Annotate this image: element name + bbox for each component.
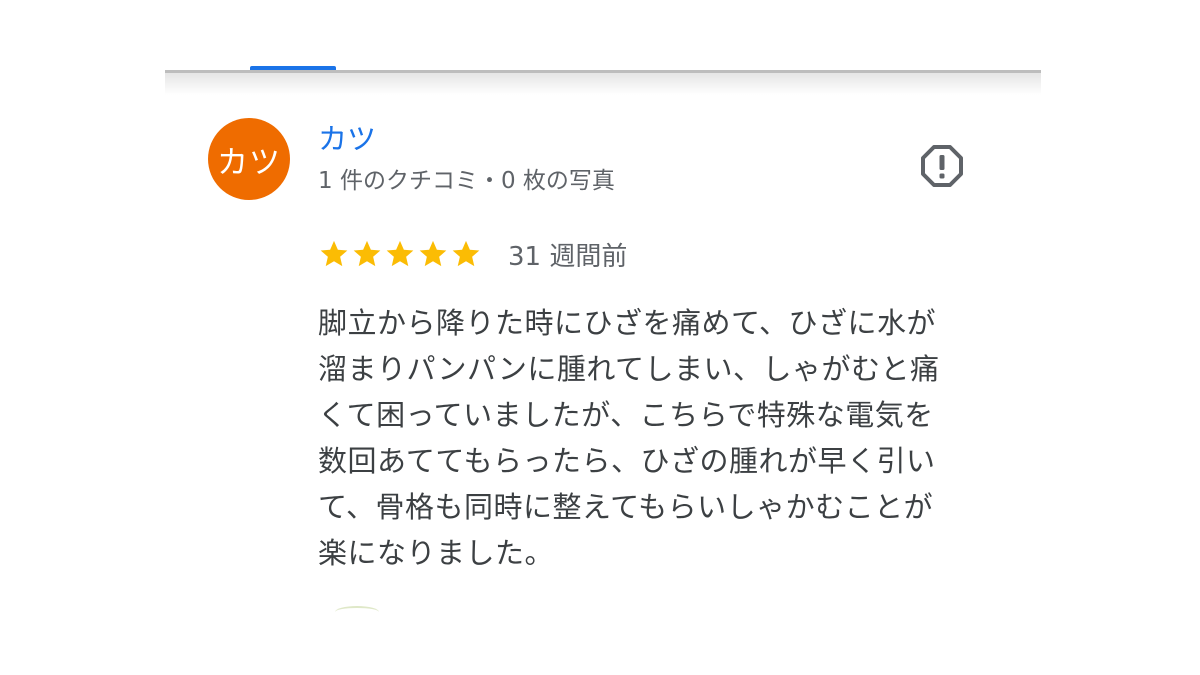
avatar[interactable]: カツ xyxy=(208,118,290,200)
review-text-line: 溜まりパンパンに腫れてしまい、しゃがむと痛 xyxy=(318,352,940,386)
review-text-line: 脚立から降りた時にひざを痛めて、ひざに水が xyxy=(318,306,937,340)
review-time: 31 週間前 xyxy=(508,241,628,272)
tab-shadow xyxy=(165,73,1041,95)
avatar-initials: カツ xyxy=(217,144,281,181)
report-flag-icon xyxy=(921,145,963,187)
next-review-avatar xyxy=(335,606,379,618)
review-text: 脚立から降りた時にひざを痛めて、ひざに水が 溜まりパンパンに腫れてしまい、しゃがむ… xyxy=(318,300,993,576)
review-text-line: 楽になりました。 xyxy=(318,536,555,570)
author-name[interactable]: カツ xyxy=(318,121,376,157)
star-icon xyxy=(320,240,348,267)
star-icon xyxy=(419,240,447,267)
author-meta: 1 件のクチコミ・0 枚の写真 xyxy=(318,168,615,194)
star-icon xyxy=(452,240,480,267)
star-icon xyxy=(353,240,381,267)
report-review-button[interactable] xyxy=(918,142,966,190)
review-text-line: て、骨格も同時に整えてもらいしゃかむことが xyxy=(318,490,934,524)
reviews-page: カツ カツ 1 件のクチコミ・0 枚の写真 31 週間前 脚立から降りた時にひざ… xyxy=(0,0,1200,675)
star-rating xyxy=(318,238,482,270)
tab-bar xyxy=(165,0,1041,95)
rating-row: 31 週間前 xyxy=(318,236,627,272)
review-text-line: くて困っていましたが、こちらで特殊な電気を xyxy=(318,398,934,432)
review-text-line: 数回あててもらったら、ひざの腫れが早く引い xyxy=(318,444,936,478)
star-icon xyxy=(386,240,414,267)
